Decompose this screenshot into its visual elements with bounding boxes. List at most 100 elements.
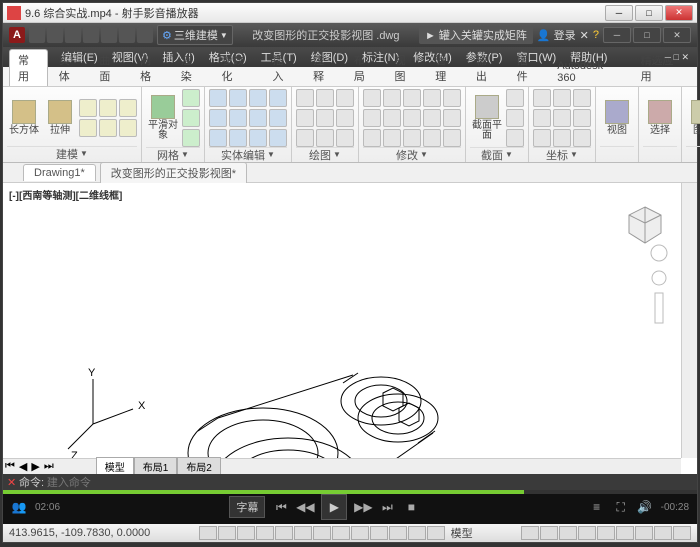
status-tool-icon[interactable]: [597, 526, 615, 540]
draw-icon[interactable]: [296, 129, 314, 147]
status-ortho-icon[interactable]: [237, 526, 255, 540]
sedit-icon[interactable]: [269, 129, 287, 147]
progress-bar[interactable]: [3, 490, 697, 494]
volume-icon[interactable]: 🔊: [637, 499, 653, 515]
exchange-icon[interactable]: ✕: [580, 29, 589, 42]
ucs-icon[interactable]: [533, 89, 551, 107]
status-grid-icon[interactable]: [218, 526, 236, 540]
minimize-button[interactable]: ─: [605, 5, 633, 21]
smooth-button[interactable]: 平滑对象: [146, 90, 180, 146]
sedit-icon[interactable]: [249, 129, 267, 147]
rewind-icon[interactable]: ◀◀: [297, 499, 313, 515]
select-button[interactable]: 选择: [643, 90, 677, 146]
modify-icon[interactable]: [383, 89, 401, 107]
status-osnap-icon[interactable]: [275, 526, 293, 540]
status-tool-icon[interactable]: [521, 526, 539, 540]
modify-icon[interactable]: [363, 89, 381, 107]
ucs-icon[interactable]: [553, 129, 571, 147]
status-qp-icon[interactable]: [408, 526, 426, 540]
sheet-nav-first-icon[interactable]: ⏮: [3, 460, 17, 473]
section-tool-icon[interactable]: [506, 129, 524, 147]
qat-new-icon[interactable]: [29, 27, 45, 43]
status-tpy-icon[interactable]: [389, 526, 407, 540]
draw-icon[interactable]: [316, 89, 334, 107]
ucs-icon[interactable]: [533, 109, 551, 127]
sheet-nav-next-icon[interactable]: ▶: [29, 460, 41, 473]
model-tool-icon[interactable]: [79, 119, 97, 137]
tab-mesh[interactable]: 网格: [131, 49, 170, 86]
sheet-tab-layout1[interactable]: 布局1: [134, 457, 178, 474]
ucs-icon[interactable]: [573, 109, 591, 127]
box-button[interactable]: 长方体: [7, 90, 41, 146]
sedit-icon[interactable]: [209, 129, 227, 147]
vertical-scrollbar[interactable]: [681, 183, 697, 458]
mesh-tool-icon[interactable]: [182, 109, 200, 127]
command-line[interactable]: ✕ 命令: 建入命令: [3, 474, 697, 490]
draw-icon[interactable]: [316, 129, 334, 147]
login-link[interactable]: 👤 登录: [537, 27, 576, 43]
view-button[interactable]: 视图: [600, 90, 634, 146]
qat-open-icon[interactable]: [47, 27, 63, 43]
modify-icon[interactable]: [443, 109, 461, 127]
status-sc-icon[interactable]: [427, 526, 445, 540]
draw-icon[interactable]: [336, 89, 354, 107]
sedit-icon[interactable]: [209, 89, 227, 107]
model-tool-icon[interactable]: [79, 99, 97, 117]
coordinates[interactable]: 413.9615, -109.7830, 0.0000: [9, 527, 150, 539]
tab-annotate[interactable]: 注释: [304, 49, 343, 86]
layer-button[interactable]: 图层: [686, 90, 700, 146]
mesh-tool-icon[interactable]: [182, 129, 200, 147]
tab-manage[interactable]: 管理: [426, 49, 465, 86]
modify-icon[interactable]: [403, 129, 421, 147]
drawing-canvas[interactable]: [-][西南等轴测][二维线框] XYZ ⏮ ◀ ▶ ⏭ 模型 布局1 布局2: [3, 183, 697, 474]
qat-print-icon[interactable]: [101, 27, 117, 43]
tab-solid[interactable]: 实体: [50, 49, 89, 86]
sedit-icon[interactable]: [209, 109, 227, 127]
tab-view[interactable]: 视图: [386, 49, 425, 86]
sedit-icon[interactable]: [249, 109, 267, 127]
ucs-icon[interactable]: [533, 129, 551, 147]
tab-parametric[interactable]: 参数化: [212, 49, 261, 86]
workspace-selector[interactable]: ⚙三维建模▼: [157, 25, 233, 45]
sedit-icon[interactable]: [229, 89, 247, 107]
prev-track-icon[interactable]: ⏮: [273, 499, 289, 515]
modify-icon[interactable]: [423, 129, 441, 147]
modify-icon[interactable]: [363, 109, 381, 127]
status-annoscale-icon[interactable]: [578, 526, 596, 540]
model-tool-icon[interactable]: [119, 99, 137, 117]
section-tool-icon[interactable]: [506, 109, 524, 127]
status-tool-icon[interactable]: [540, 526, 558, 540]
qat-undo-icon[interactable]: [119, 27, 135, 43]
section-plane-button[interactable]: 截面平面: [470, 90, 504, 146]
tab-surface[interactable]: 曲面: [90, 49, 129, 86]
tab-render[interactable]: 渲染: [172, 49, 211, 86]
sedit-icon[interactable]: [269, 89, 287, 107]
sheet-tab-model[interactable]: 模型: [96, 457, 134, 474]
model-tool-icon[interactable]: [119, 119, 137, 137]
status-model-label[interactable]: 模型: [451, 525, 473, 541]
playlist-icon[interactable]: ≡: [589, 499, 605, 515]
status-otrack-icon[interactable]: [313, 526, 331, 540]
tab-a360[interactable]: Autodesk 360: [548, 57, 629, 86]
draw-icon[interactable]: [316, 109, 334, 127]
play-button[interactable]: ▶: [321, 494, 347, 520]
status-snap-icon[interactable]: [199, 526, 217, 540]
close-button[interactable]: ✕: [665, 5, 693, 21]
draw-icon[interactable]: [336, 129, 354, 147]
help-icon[interactable]: ?: [593, 29, 599, 41]
qat-redo-icon[interactable]: [137, 27, 153, 43]
ucs-icon[interactable]: [573, 89, 591, 107]
modify-icon[interactable]: [383, 109, 401, 127]
subtitle-button[interactable]: 字幕: [229, 496, 265, 518]
sheet-nav-last-icon[interactable]: ⏭: [42, 460, 56, 473]
ucs-icon[interactable]: [553, 109, 571, 127]
status-tool-icon[interactable]: [559, 526, 577, 540]
sheet-tab-layout2[interactable]: 布局2: [177, 457, 221, 474]
search-box[interactable]: ► 罐入关罐实成矩阵: [419, 26, 533, 44]
status-lwt-icon[interactable]: [370, 526, 388, 540]
modify-icon[interactable]: [403, 89, 421, 107]
ucs-icon[interactable]: [573, 129, 591, 147]
maximize-button[interactable]: □: [635, 5, 663, 21]
next-track-icon[interactable]: ⏭: [379, 499, 395, 515]
sheet-nav-prev-icon[interactable]: ◀: [17, 460, 29, 473]
